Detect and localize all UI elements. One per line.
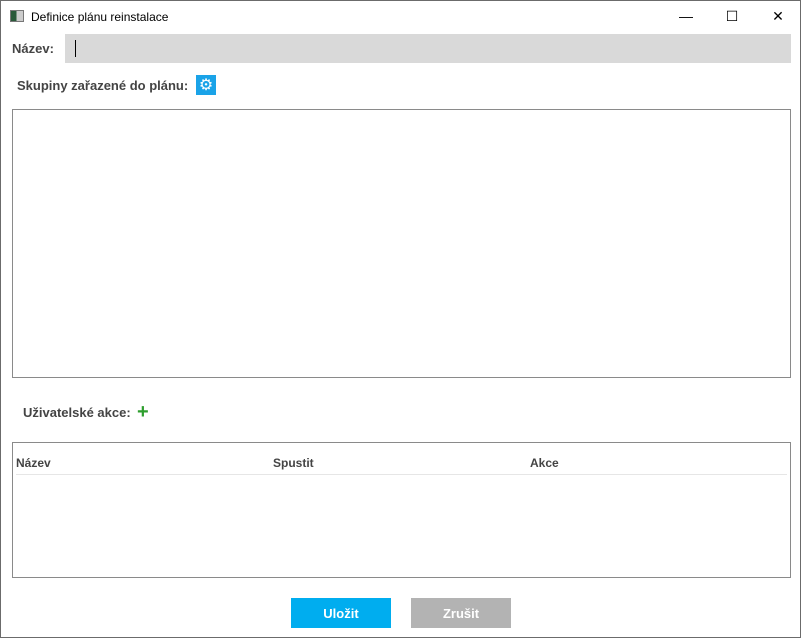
column-header-action[interactable]: Akce: [530, 456, 559, 470]
text-caret: [75, 40, 76, 57]
minimize-button[interactable]: —: [663, 1, 709, 31]
maximize-button[interactable]: ☐: [709, 1, 755, 31]
groups-label: Skupiny zařazené do plánu:: [17, 78, 189, 93]
plus-icon[interactable]: +: [137, 401, 149, 424]
gear-icon[interactable]: ⚙: [196, 75, 216, 95]
name-input[interactable]: [65, 34, 791, 63]
cancel-button[interactable]: Zrušit: [411, 598, 511, 628]
actions-table: [12, 442, 791, 578]
column-header-run[interactable]: Spustit: [273, 456, 314, 470]
groups-list[interactable]: [12, 109, 791, 378]
save-button[interactable]: Uložit: [291, 598, 391, 628]
column-header-name[interactable]: Název: [16, 456, 51, 470]
actions-label: Uživatelské akce:: [23, 405, 131, 420]
app-icon: [10, 10, 24, 22]
window-title: Definice plánu reinstalace: [31, 10, 169, 24]
close-button[interactable]: ✕: [755, 1, 801, 31]
name-label: Název:: [12, 41, 54, 56]
